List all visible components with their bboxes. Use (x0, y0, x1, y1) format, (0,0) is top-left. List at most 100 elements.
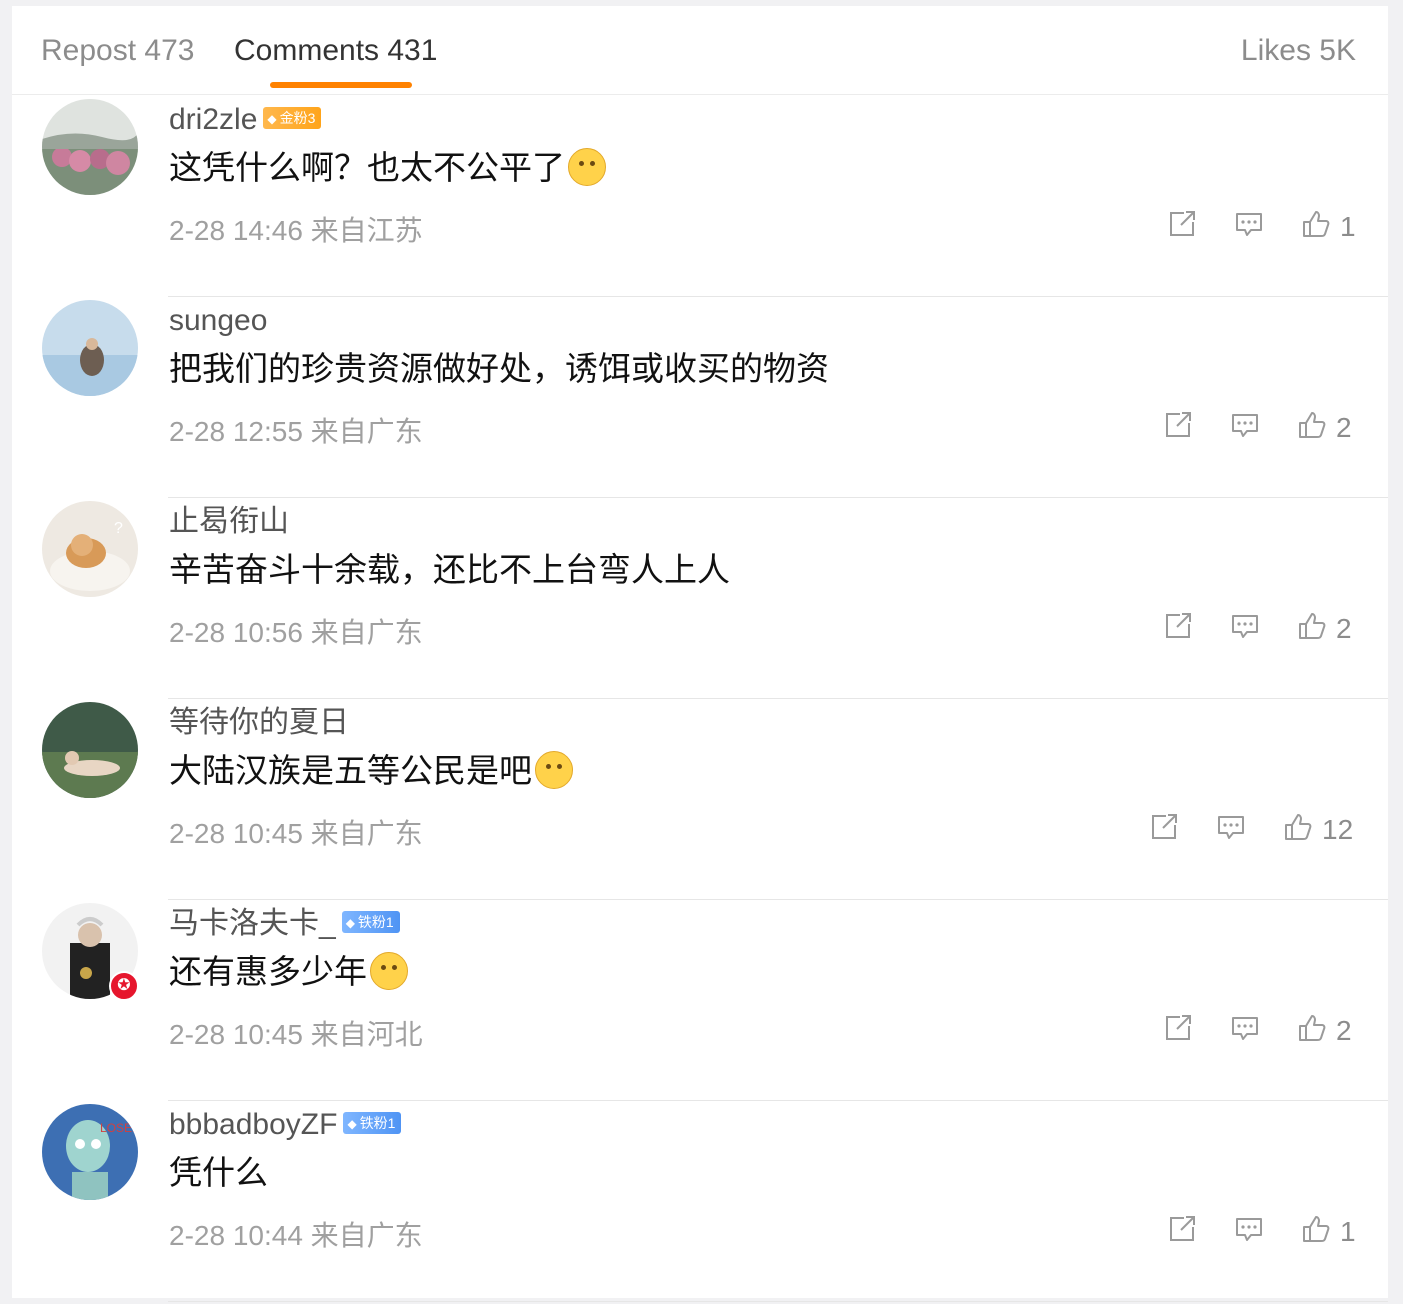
share-icon[interactable] (1166, 1213, 1198, 1245)
comment-text: 辛苦奋斗十余载，还比不上台弯人上人 (169, 550, 730, 590)
comment-time: 2-28 12:55 (169, 416, 303, 447)
comment-actions: 2 (1162, 1012, 1356, 1052)
like-count: 1 (1340, 1216, 1356, 1247)
comment-text-body: 辛苦奋斗十余载，还比不上台弯人上人 (169, 551, 730, 588)
comment-time: 2-28 10:45 (169, 818, 303, 849)
reply-icon[interactable] (1229, 610, 1261, 642)
comment-text-body: 凭什么 (169, 1154, 268, 1191)
comment-text-body: 这凭什么啊？也太不公平了 (169, 149, 565, 186)
share-icon[interactable] (1148, 811, 1180, 843)
comment-actions: 2 (1162, 610, 1356, 650)
comment-actions: 12 (1148, 811, 1356, 851)
fan-badge: ◆ 铁粉1 (343, 1112, 402, 1135)
comment-meta: 2-28 12:55 来自广东 (169, 415, 423, 449)
verified-badge-icon: ✪ (109, 971, 139, 1001)
svg-text:?: ? (114, 520, 123, 537)
share-icon[interactable] (1162, 610, 1194, 642)
comment-meta: 2-28 14:46 来自江苏 (169, 214, 423, 248)
fan-badge: ◆ 金粉3 (263, 107, 322, 130)
username[interactable]: 止曷衔山 (169, 504, 289, 540)
badge-gem-icon: ◆ (347, 1117, 357, 1132)
thumbs-up-icon (1285, 814, 1312, 840)
like-count: 2 (1336, 1015, 1352, 1046)
comment-actions: 1 (1166, 1213, 1356, 1253)
username-text[interactable]: 止曷衔山 (169, 505, 289, 538)
reply-icon[interactable] (1233, 208, 1265, 240)
comment-text: 把我们的珍贵资源做好处，诱饵或收买的物资 (169, 349, 829, 389)
username-text[interactable]: 马卡洛夫卡_ (169, 907, 336, 940)
fan-badge: ◆ 铁粉1 (341, 911, 400, 934)
like-button[interactable]: 2 (1296, 610, 1352, 644)
username[interactable]: 马卡洛夫卡_ ◆ 铁粉1 (169, 906, 400, 942)
fan-badge-label: 金粉3 (279, 110, 316, 127)
tab-repost[interactable]: Repost 473 (41, 34, 194, 68)
avatar[interactable]: LOSER (42, 1104, 138, 1200)
comment-actions: 2 (1162, 409, 1356, 449)
fan-badge-label: 铁粉1 (359, 1115, 396, 1132)
tab-likes[interactable]: Likes 5K (1241, 34, 1356, 68)
reply-icon[interactable] (1229, 1012, 1261, 1044)
like-count: 1 (1340, 211, 1356, 242)
comment-item: ✪ 马卡洛夫卡_ ◆ 铁粉1 还有惠多少年 2-28 10:45 来自河北 2 (12, 900, 1388, 1101)
svg-text:LOSER: LOSER (100, 1121, 138, 1135)
username-text[interactable]: sungeo (169, 304, 267, 337)
reply-icon[interactable] (1229, 409, 1261, 441)
badge-gem-icon: ◆ (267, 112, 277, 127)
like-button[interactable]: 2 (1296, 1012, 1352, 1046)
reply-icon[interactable] (1233, 1213, 1265, 1245)
badge-gem-icon: ◆ (345, 916, 355, 931)
comment-location: 来自广东 (310, 1220, 423, 1251)
like-count: 2 (1336, 412, 1352, 443)
share-icon[interactable] (1162, 409, 1194, 441)
comment-text-body: 把我们的珍贵资源做好处，诱饵或收买的物资 (169, 350, 829, 387)
avatar[interactable] (42, 300, 138, 396)
comment-time: 2-28 10:44 (169, 1220, 303, 1251)
username[interactable]: 等待你的夏日 (169, 705, 349, 741)
thumbs-up-icon (1299, 613, 1326, 639)
comment-meta: 2-28 10:56 来自广东 (169, 616, 423, 650)
username[interactable]: bbbadboyZF ◆ 铁粉1 (169, 1107, 402, 1143)
exploding-head-emoji-icon (535, 751, 573, 790)
share-icon[interactable] (1162, 1012, 1194, 1044)
comment-text-body: 大陆汉族是五等公民是吧 (169, 752, 532, 789)
like-button[interactable]: 2 (1296, 409, 1352, 443)
comment-text: 这凭什么啊？也太不公平了 (169, 148, 606, 189)
username-text[interactable]: dri2zle (169, 103, 257, 136)
avatar[interactable]: ? (42, 501, 138, 597)
comment-item: dri2zle ◆ 金粉3 这凭什么啊？也太不公平了 2-28 14:46 来自江苏… (12, 96, 1388, 297)
comment-location: 来自江苏 (310, 215, 423, 246)
avatar[interactable] (42, 702, 138, 798)
face-savoring-food-emoji-icon (370, 952, 408, 991)
username[interactable]: sungeo (169, 303, 267, 339)
comment-time: 2-28 10:56 (169, 617, 303, 648)
like-button[interactable]: 12 (1282, 811, 1353, 845)
fan-badge-label: 铁粉1 (357, 914, 394, 931)
comment-location: 来自广东 (310, 416, 423, 447)
comment-meta: 2-28 10:45 来自广东 (169, 817, 423, 851)
comment-meta: 2-28 10:44 来自广东 (169, 1219, 423, 1253)
like-button[interactable]: 1 (1300, 1213, 1356, 1247)
username-text[interactable]: 等待你的夏日 (169, 706, 349, 739)
username-text[interactable]: bbbadboyZF (169, 1108, 337, 1141)
comment-meta: 2-28 10:45 来自河北 (169, 1018, 423, 1052)
active-tab-indicator (270, 82, 412, 88)
divider (168, 1301, 1388, 1302)
like-button[interactable]: 1 (1300, 208, 1356, 242)
comment-item: LOSER bbbadboyZF ◆ 铁粉1 凭什么 2-28 10:44 来自广东… (12, 1101, 1388, 1302)
like-count: 2 (1336, 613, 1352, 644)
tab-comments[interactable]: Comments 431 (234, 34, 437, 68)
avatar[interactable] (42, 99, 138, 195)
comment-actions: 1 (1166, 208, 1356, 248)
comment-text: 凭什么 (169, 1153, 268, 1193)
comment-item: ? 止曷衔山 辛苦奋斗十余载，还比不上台弯人上人 2-28 10:56 来自广东… (12, 498, 1388, 699)
username[interactable]: dri2zle ◆ 金粉3 (169, 102, 322, 138)
thumbs-up-icon (1303, 211, 1330, 237)
thumbs-up-icon (1299, 1015, 1326, 1041)
comment-item: sungeo 把我们的珍贵资源做好处，诱饵或收买的物资 2-28 12:55 来… (12, 297, 1388, 498)
comment-text: 大陆汉族是五等公民是吧 (169, 751, 573, 792)
comment-time: 2-28 10:45 (169, 1019, 303, 1050)
share-icon[interactable] (1166, 208, 1198, 240)
comment-time: 2-28 14:46 (169, 215, 303, 246)
comment-text: 还有惠多少年 (169, 952, 408, 993)
reply-icon[interactable] (1215, 811, 1247, 843)
